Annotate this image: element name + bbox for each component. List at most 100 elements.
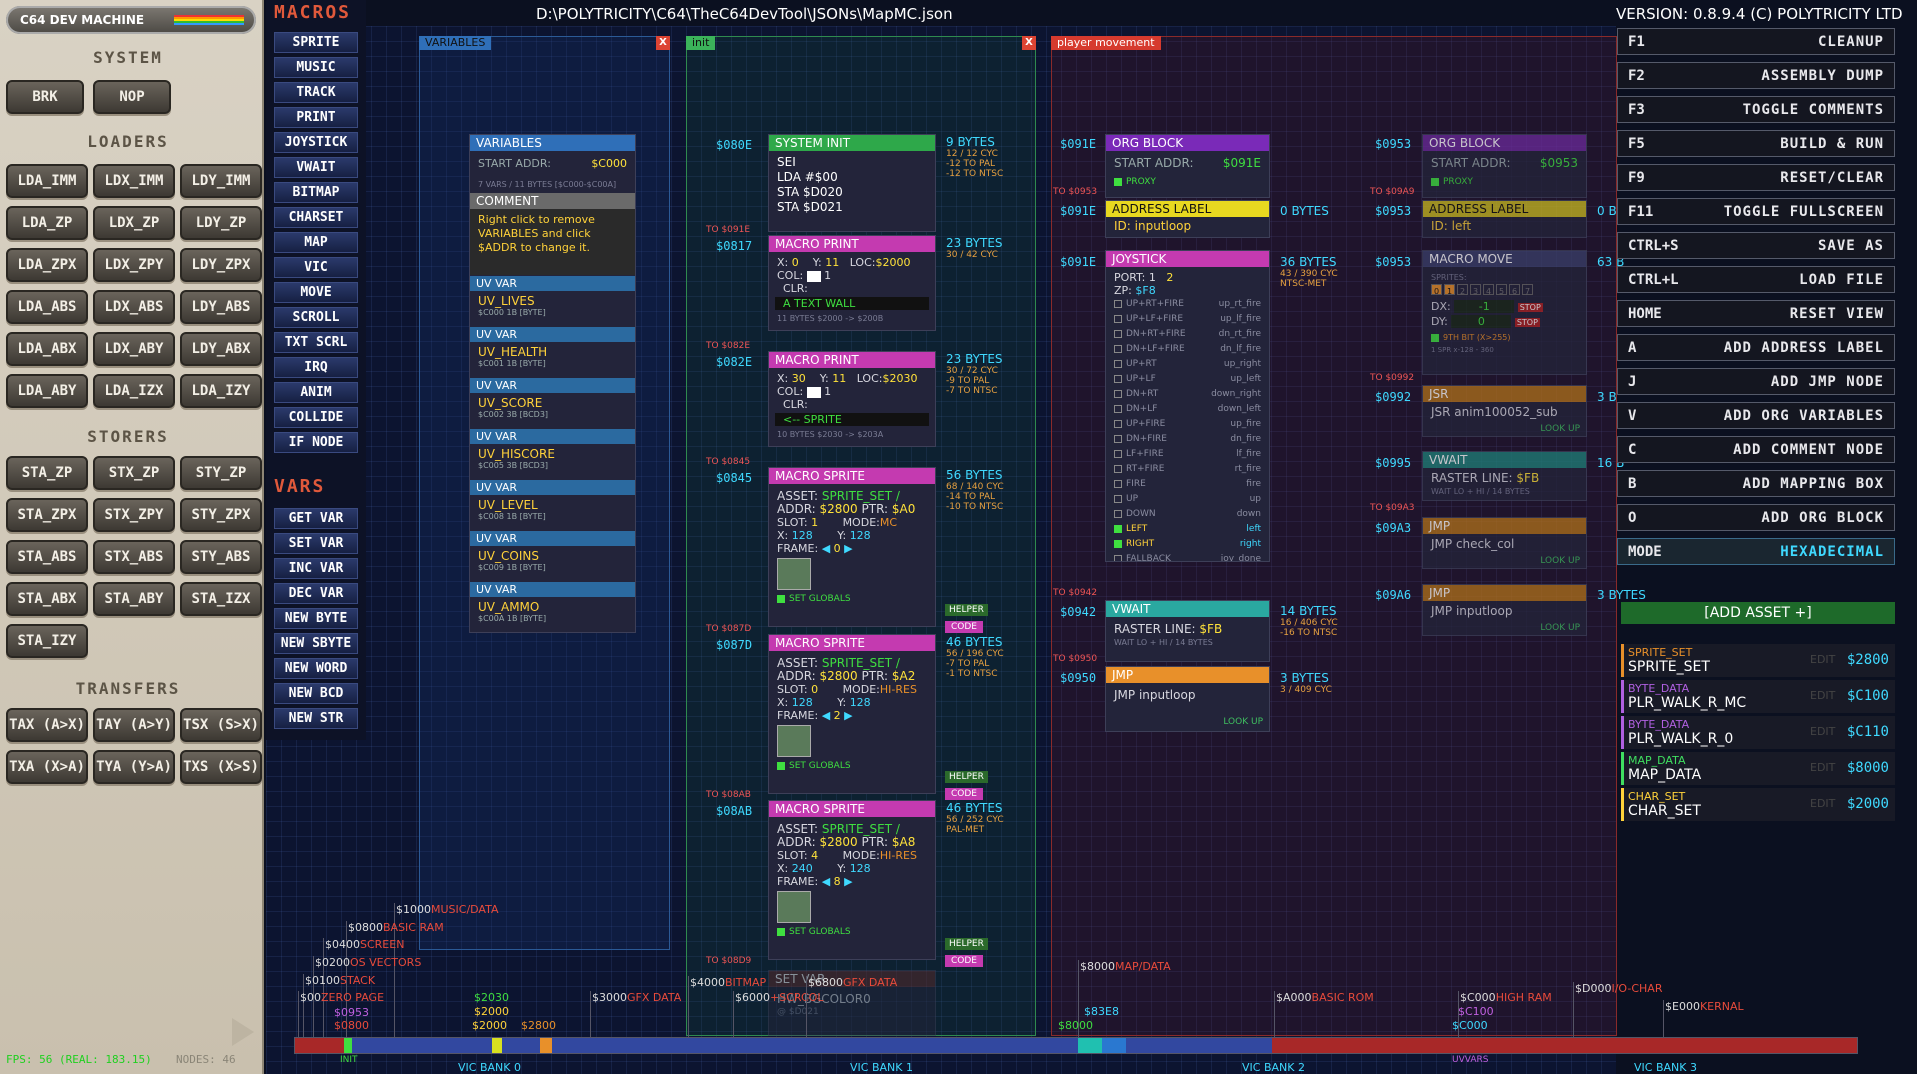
jmp-node[interactable]: JMP JMP check_col LOOK UP [1422,517,1587,569]
frame-next-icon[interactable]: ▶ [844,875,852,888]
var-get-var-button[interactable]: GET VAR [274,508,358,529]
print-y[interactable]: 11 [832,372,846,385]
loader-ldy-abx-button[interactable]: LDY_ABX [180,332,262,366]
sprite-x[interactable]: 128 [792,696,813,709]
macro-vic-button[interactable]: VIC [274,257,358,278]
loader-lda-aby-button[interactable]: LDA_ABY [6,374,88,408]
storer-stx-zp-button[interactable]: STX_ZP [93,456,175,490]
joy-dir-label[interactable]: down_left [1218,402,1261,417]
joystick-node[interactable]: JOYSTICK PORT: 1 2 ZP: $F8 UP+RT+FIRE up_rt_… [1105,250,1270,562]
macro-charset-button[interactable]: CHARSET [274,207,358,228]
storer-sta-izy-button[interactable]: STA_IZY [6,624,88,658]
loader-lda-zp-button[interactable]: LDA_ZP [6,206,88,240]
var-new-bcd-button[interactable]: NEW BCD [274,683,358,704]
print-col[interactable]: 1 [824,269,831,282]
variables-node[interactable]: VARIABLES START ADDR: $C000 7 VARS / 11 … [469,134,636,633]
transfer-txa-x-a--button[interactable]: TXA (X>A) [6,750,88,784]
joy-dir-checkbox[interactable] [1114,479,1122,488]
asset-edit-button[interactable]: EDIT [1810,689,1835,702]
loader-ldx-imm-button[interactable]: LDX_IMM [93,164,175,198]
frame-next-icon[interactable]: ▶ [844,709,852,722]
joy-dir-label[interactable]: rt_fire [1235,462,1261,477]
joy-dir-label[interactable]: lf_fire [1236,447,1261,462]
start-addr-value[interactable]: $C000 [591,157,627,170]
sprite-asset[interactable]: SPRITE_SET / [822,490,900,503]
joy-dir-label[interactable]: up_fire [1230,417,1261,432]
system-nop-button[interactable]: NOP [93,80,171,114]
macro-sprite-node[interactable]: MACRO SPRITE ASSET: SPRITE_SET / ADDR: $28… [768,800,936,960]
macro-txt-scrl-button[interactable]: TXT SCRL [274,332,358,353]
start-addr-value[interactable]: $0953 [1540,157,1578,170]
color-swatch[interactable] [806,386,821,398]
sprite-slot-toggle[interactable]: 0 [1431,284,1442,296]
start-addr-value[interactable]: $091E [1223,157,1261,170]
dx-stop-button[interactable]: STOP [1517,303,1543,312]
joy-dir-label[interactable]: down [1237,507,1261,522]
joy-dir-label[interactable]: up_rt_fire [1219,297,1261,312]
print-x[interactable]: 30 [792,372,806,385]
macro-bitmap-button[interactable]: BITMAP [274,182,358,203]
sprite-slot-toggle[interactable]: 3 [1470,284,1481,296]
play-icon[interactable] [232,1018,254,1046]
joy-dir-checkbox[interactable] [1114,329,1122,338]
uv-var-row[interactable]: UV_LEVEL $C008 1B [BYTE] [470,495,635,530]
raster-value[interactable]: $FB [1516,472,1539,485]
storer-sta-aby-button[interactable]: STA_ABY [93,582,175,616]
sprite-slot[interactable]: 1 [811,516,818,529]
shortcut-o-button[interactable]: O ADD ORG BLOCK [1617,504,1895,531]
shortcut-f1-button[interactable]: F1 CLEANUP [1617,28,1895,55]
storer-sta-izx-button[interactable]: STA_IZX [180,582,262,616]
sprite-slot-toggle[interactable]: 6 [1509,284,1520,296]
loader-ldx-aby-button[interactable]: LDX_ABY [93,332,175,366]
macro-scroll-button[interactable]: SCROLL [274,307,358,328]
macro-sprite-node[interactable]: MACRO SPRITE ASSET: SPRITE_SET / ADDR: $28… [768,634,936,794]
joy-dir-label[interactable]: up_lf_fire [1220,312,1261,327]
joy-dir-label[interactable]: up_left [1231,372,1262,387]
port-2[interactable]: 2 [1166,271,1173,284]
sprite-slot[interactable]: 0 [811,683,818,696]
joy-dir-checkbox[interactable] [1114,434,1122,443]
zp-value[interactable]: $F8 [1135,284,1155,297]
joy-dir-checkbox[interactable] [1114,554,1122,561]
macro-sprite-node[interactable]: MACRO SPRITE ASSET: SPRITE_SET / ADDR: $28… [768,467,936,627]
joy-dir-label[interactable]: left [1246,522,1261,537]
storer-sty-abs-button[interactable]: STY_ABS [180,540,262,574]
lookup-button[interactable]: LOOK UP [1223,717,1263,727]
loader-lda-abx-button[interactable]: LDA_ABX [6,332,88,366]
macro-move-button[interactable]: MOVE [274,282,358,303]
org-block-node[interactable]: ORG BLOCK START ADDR: $0953 PROXY [1422,134,1587,198]
storer-sta-zpx-button[interactable]: STA_ZPX [6,498,88,532]
jmp-node[interactable]: JMP JMP inputloop LOOK UP [1422,584,1587,636]
var-new-word-button[interactable]: NEW WORD [274,658,358,679]
shortcut-home-button[interactable]: HOME RESET VIEW [1617,300,1895,327]
system-init-node[interactable]: SYSTEM INIT SEI LDA #$00 STA $D020 STA $D021 [768,134,936,232]
group-variables-close-button[interactable]: X [656,36,670,50]
sprite-x[interactable]: 240 [792,862,813,875]
proxy-checkbox[interactable] [1431,177,1439,186]
macro-collide-button[interactable]: COLLIDE [274,407,358,428]
shortcut-f3-button[interactable]: F3 TOGGLE COMMENTS [1617,96,1895,123]
port-1[interactable]: 1 [1149,271,1156,284]
uv-var-row[interactable]: UV_LIVES $C000 1B [BYTE] [470,291,635,326]
sprite-slot-toggle[interactable]: 7 [1522,284,1533,296]
transfer-tay-a-y--button[interactable]: TAY (A>Y) [93,708,175,742]
vwait-node[interactable]: VWAIT RASTER LINE: $FB WAIT LO + HI / 14 B… [1422,451,1587,501]
var-new-sbyte-button[interactable]: NEW SBYTE [274,633,358,654]
transfer-tsx-s-x--button[interactable]: TSX (S>X) [180,708,262,742]
code-button[interactable]: CODE [945,621,983,633]
dy-field[interactable]: 0 [1451,315,1512,328]
storer-sty-zp-button[interactable]: STY_ZP [180,456,262,490]
storer-stx-zpy-button[interactable]: STX_ZPY [93,498,175,532]
shortcut-f9-button[interactable]: F9 RESET/CLEAR [1617,164,1895,191]
loader-lda-zpx-button[interactable]: LDA_ZPX [6,248,88,282]
print-y[interactable]: 11 [825,256,839,269]
macro-music-button[interactable]: MUSIC [274,57,358,78]
joy-dir-checkbox[interactable] [1114,404,1122,413]
joy-dir-label[interactable]: up_right [1224,357,1261,372]
loader-ldy-imm-button[interactable]: LDY_IMM [180,164,262,198]
var-inc-var-button[interactable]: INC VAR [274,558,358,579]
joy-dir-checkbox[interactable] [1114,359,1122,368]
frame-next-icon[interactable]: ▶ [844,542,852,555]
joy-dir-checkbox[interactable] [1114,449,1122,458]
lookup-button[interactable]: LOOK UP [1540,556,1580,566]
